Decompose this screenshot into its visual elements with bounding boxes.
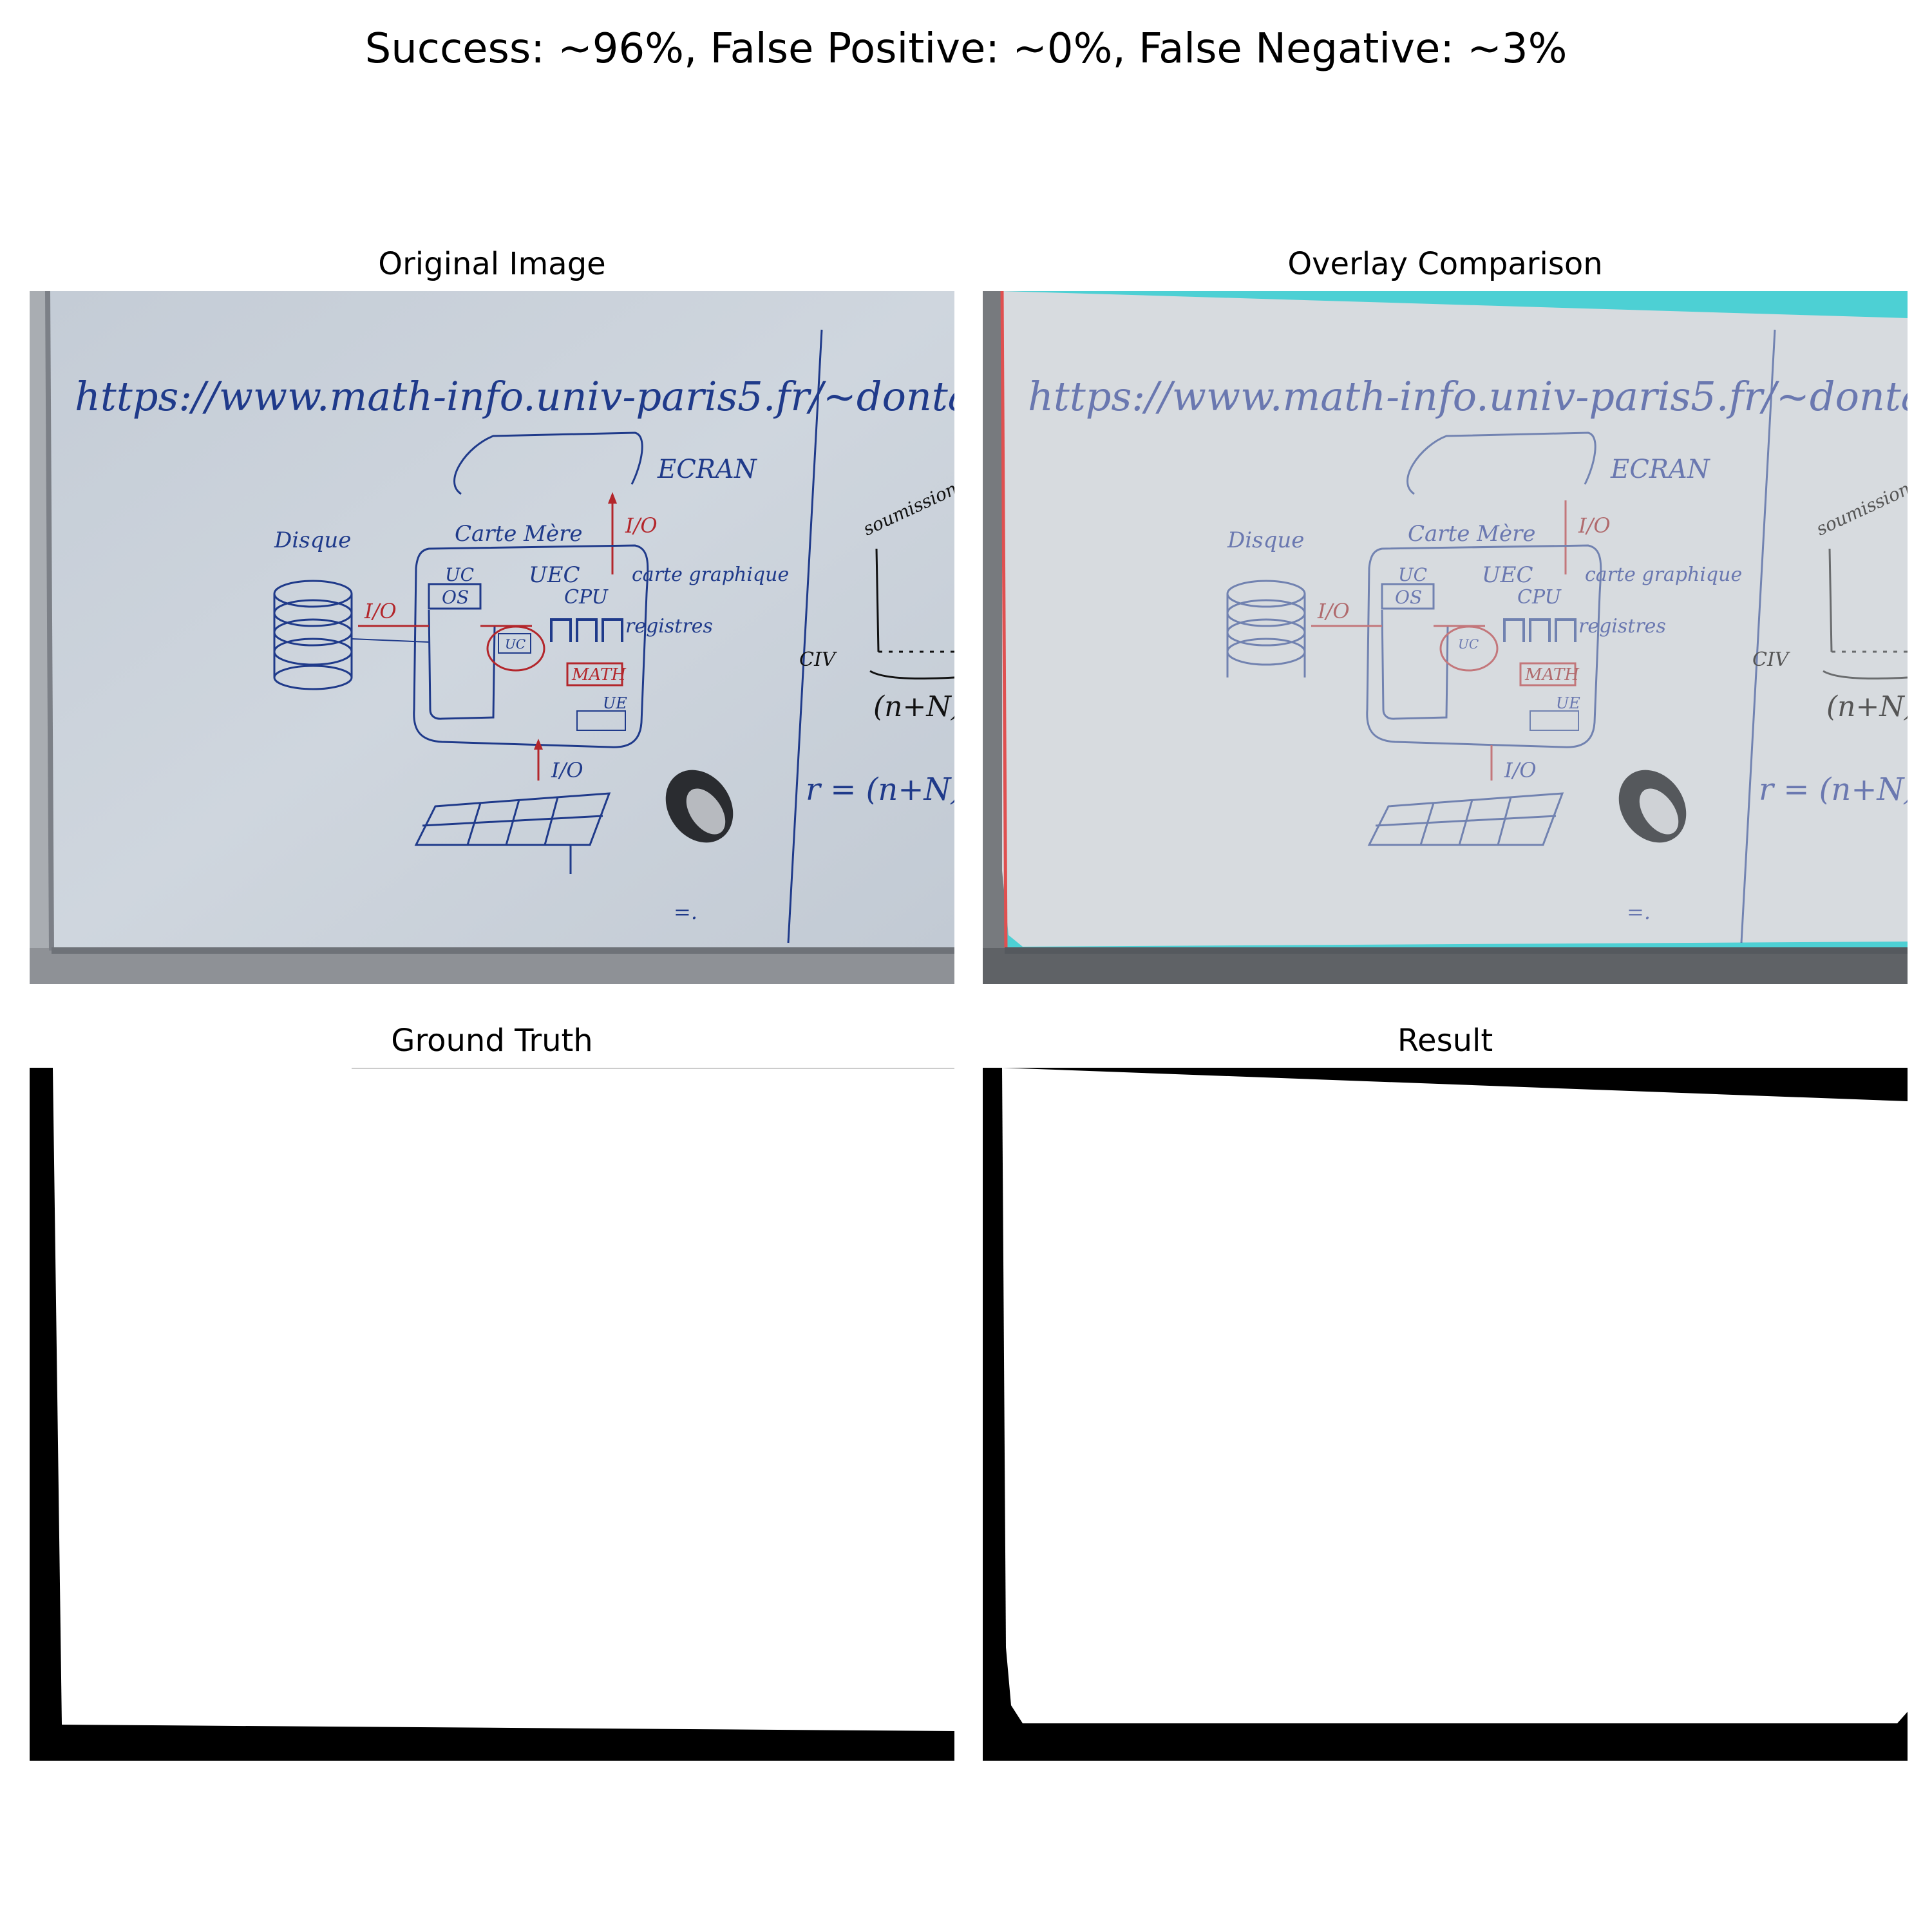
- overlay-nplusn-label: (n+N).: [1826, 690, 1908, 723]
- os-label: OS: [442, 587, 469, 608]
- equals-mark: =.: [674, 900, 697, 924]
- ue-label: UE: [603, 694, 627, 712]
- nplusn-label: (n+N).: [873, 690, 954, 723]
- ground-truth-panel: [30, 1068, 954, 1761]
- ground-truth-title: Ground Truth: [391, 1023, 593, 1059]
- overlay-io-left-label: I/O: [1317, 599, 1350, 623]
- overlay-url-text: https://www.math-info.univ-paris5.fr/~do…: [1028, 373, 1908, 420]
- registres-label: registres: [625, 615, 713, 638]
- uec-label: UEC: [529, 562, 580, 588]
- overlay-carte-mere-label: Carte Mère: [1408, 521, 1535, 547]
- civ-label: CIV: [799, 649, 838, 671]
- cpu-label: CPU: [564, 586, 609, 609]
- overlay-equals-mark: =.: [1627, 900, 1651, 924]
- result-title: Result: [1397, 1023, 1493, 1059]
- io-left-label: I/O: [364, 599, 397, 623]
- uc-label: UC: [445, 564, 474, 585]
- result-panel: [983, 1068, 1908, 1761]
- overlay-math-label: MATH: [1524, 665, 1580, 685]
- figure-title: Success: ~96%, False Positive: ~0%, Fals…: [365, 25, 1567, 73]
- original-image-panel: https://www.math-info.univ-paris5.fr/~do…: [30, 291, 954, 984]
- overlay-image: https://www.math-info.univ-paris5.fr/~do…: [983, 291, 1908, 984]
- io-bottom-label: I/O: [551, 758, 583, 782]
- overlay-carte-graphique-label: carte graphique: [1585, 564, 1742, 586]
- ground-truth-board-region: [53, 1068, 954, 1731]
- overlay-civ-label: CIV: [1752, 649, 1791, 671]
- overlay-uc-label: UC: [1398, 564, 1427, 585]
- io-top-label: I/O: [625, 513, 658, 538]
- overlay-io-bottom-label: I/O: [1504, 758, 1537, 782]
- overlay-comparison-title: Overlay Comparison: [1287, 246, 1603, 282]
- result-board-region: [1002, 1068, 1908, 1723]
- carte-mere-label: Carte Mère: [455, 521, 582, 547]
- uc-small-label: UC: [505, 636, 526, 652]
- overlay-ue-label: UE: [1556, 694, 1580, 712]
- overlay-r-equation-label: r = (n+N): [1759, 772, 1908, 808]
- carte-graphique-label: carte graphique: [632, 564, 789, 586]
- overlay-cpu-label: CPU: [1517, 586, 1562, 609]
- original-image-title: Original Image: [378, 246, 606, 282]
- url-text: https://www.math-info.univ-paris5.fr/~do…: [75, 373, 954, 420]
- ecran-label: ECRAN: [657, 455, 758, 484]
- overlay-comparison-panel: https://www.math-info.univ-paris5.fr/~do…: [983, 291, 1908, 984]
- overlay-os-label: OS: [1395, 587, 1422, 608]
- overlay-registres-label: registres: [1578, 615, 1666, 638]
- result-mask: [983, 1068, 1908, 1761]
- overlay-io-top-label: I/O: [1578, 513, 1611, 538]
- overlay-uec-label: UEC: [1482, 562, 1533, 588]
- ground-truth-mask: [30, 1068, 954, 1761]
- original-image: https://www.math-info.univ-paris5.fr/~do…: [30, 291, 954, 984]
- math-label: MATH: [571, 665, 627, 685]
- overlay-disque-label: Disque: [1227, 527, 1304, 553]
- r-equation-label: r = (n+N): [806, 772, 954, 808]
- overlay-ecran-label: ECRAN: [1610, 455, 1711, 484]
- disque-label: Disque: [274, 527, 351, 553]
- overlay-uc-small-label: UC: [1458, 636, 1479, 652]
